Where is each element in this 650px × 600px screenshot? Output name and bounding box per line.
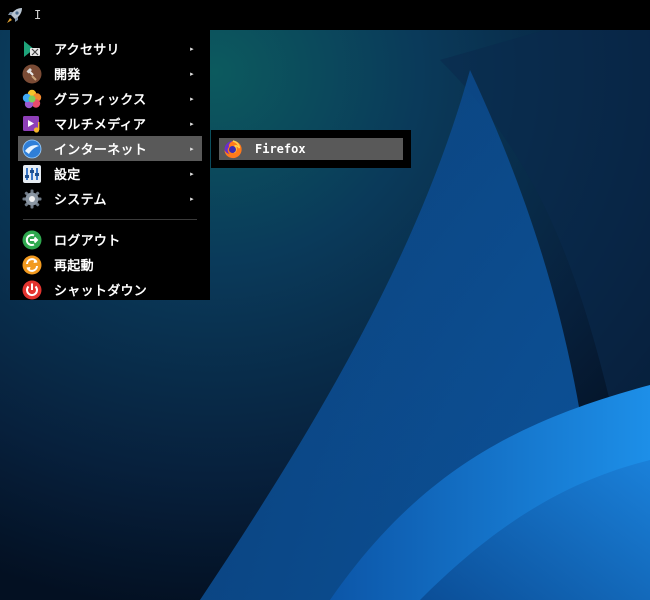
top-panel: I xyxy=(0,0,650,30)
menu-item-label: 再起動 xyxy=(54,259,94,274)
submenu-arrow-icon: ▸ xyxy=(190,69,194,78)
internet-submenu: Firefox xyxy=(211,130,411,168)
app-launcher-button[interactable] xyxy=(0,0,30,30)
submenu-arrow-icon: ▸ xyxy=(190,194,194,203)
menu-item-label: 設定 xyxy=(54,168,81,183)
menu-item-accessories[interactable]: アクセサリ ▸ xyxy=(18,36,202,61)
submenu-arrow-icon: ▸ xyxy=(190,94,194,103)
accessories-icon xyxy=(22,39,42,59)
submenu-item-label: Firefox xyxy=(255,142,306,156)
menu-item-system[interactable]: システム ▸ xyxy=(18,186,202,211)
menu-item-multimedia[interactable]: マルチメディア ▸ xyxy=(18,111,202,136)
menu-item-label: インターネット xyxy=(54,143,148,158)
power-icon xyxy=(22,280,42,300)
menu-item-label: グラフィックス xyxy=(54,93,147,108)
logout-icon xyxy=(22,230,42,250)
logout-button[interactable]: ログアウト xyxy=(18,227,202,252)
submenu-arrow-icon: ▸ xyxy=(190,119,194,128)
menu-item-internet[interactable]: インターネット ▸ xyxy=(18,136,202,161)
menu-separator xyxy=(23,219,197,220)
menu-item-label: マルチメディア xyxy=(54,118,147,133)
reboot-button[interactable]: 再起動 xyxy=(18,252,202,277)
menu-item-label: アクセサリ xyxy=(54,43,120,58)
menu-item-label: システム xyxy=(54,193,107,208)
menu-item-label: シャットダウン xyxy=(54,284,148,299)
graphics-icon xyxy=(22,89,42,109)
internet-icon xyxy=(22,139,42,159)
development-icon xyxy=(22,64,42,84)
menu-item-label: ログアウト xyxy=(54,234,121,249)
multimedia-icon xyxy=(22,114,42,134)
menu-item-development[interactable]: 開発 ▸ xyxy=(18,61,202,86)
panel-indicator: I xyxy=(34,8,42,22)
menu-item-settings[interactable]: 設定 ▸ xyxy=(18,161,202,186)
submenu-arrow-icon: ▸ xyxy=(190,44,194,53)
menu-item-label: 開発 xyxy=(54,68,81,83)
application-menu: アクセサリ ▸ 開発 ▸ グラフィックス ▸ マルチメディア ▸ インターネット… xyxy=(10,30,210,300)
submenu-arrow-icon: ▸ xyxy=(190,144,194,153)
submenu-item-firefox[interactable]: Firefox xyxy=(219,138,403,160)
settings-icon xyxy=(22,164,42,184)
gear-icon xyxy=(22,189,42,209)
menu-item-graphics[interactable]: グラフィックス ▸ xyxy=(18,86,202,111)
submenu-arrow-icon: ▸ xyxy=(190,169,194,178)
reboot-icon xyxy=(22,255,42,275)
firefox-icon xyxy=(223,139,243,159)
rocket-icon xyxy=(7,8,22,23)
shutdown-button[interactable]: シャットダウン xyxy=(18,277,202,302)
